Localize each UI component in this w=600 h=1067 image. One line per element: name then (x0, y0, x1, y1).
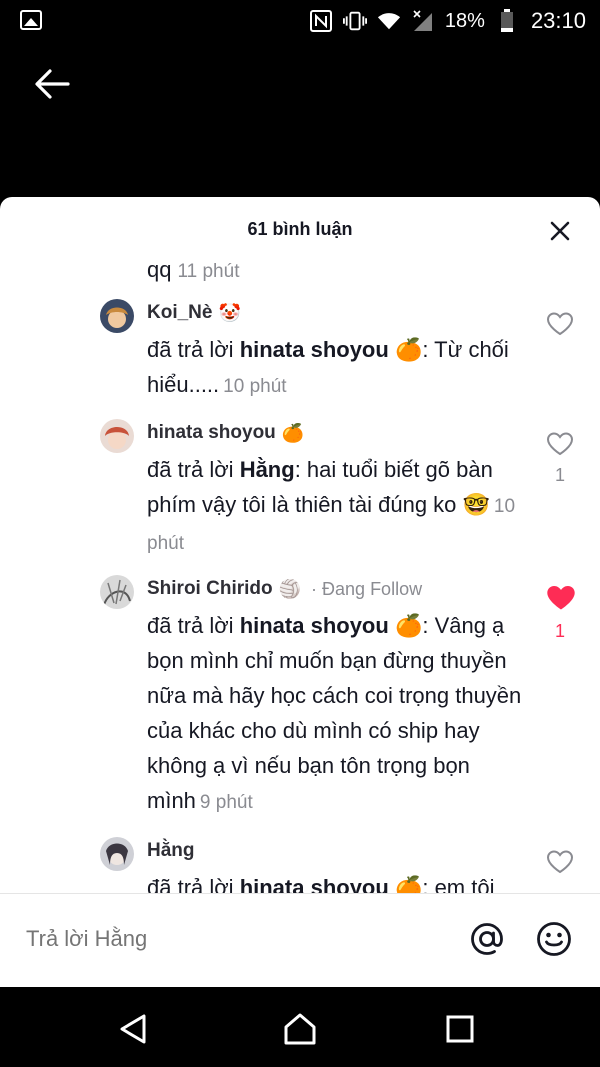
avatar[interactable] (100, 575, 134, 609)
comment-username[interactable]: Hằng (147, 837, 522, 865)
name-emoji: 🏐 (278, 578, 302, 599)
comment-username[interactable]: Shiroi Chirido 🏐 · Đang Follow (147, 575, 522, 603)
back-arrow-icon[interactable] (32, 66, 72, 102)
heart-filled-icon (547, 586, 575, 610)
follow-status[interactable]: · Đang Follow (311, 579, 422, 600)
like-count: 1 (554, 465, 565, 485)
reply-bar (0, 893, 600, 987)
wifi-icon (377, 9, 401, 33)
nav-recents-icon[interactable] (442, 1011, 478, 1047)
avatar[interactable] (100, 837, 134, 871)
name-emoji: 🍊 (281, 422, 305, 443)
comment-text: qq (147, 257, 172, 282)
comment-time: 10 phút (223, 376, 287, 397)
comment-text: đã trả lời hinata shoyou 🍊: em tôi (147, 870, 522, 893)
nav-back-icon[interactable] (116, 1011, 152, 1047)
like-button[interactable]: 1 (545, 583, 575, 642)
close-icon[interactable] (548, 219, 572, 243)
nfc-icon (309, 9, 333, 33)
comment-text: đã trả lời hinata shoyou 🍊: Từ chối hiểu… (147, 337, 509, 397)
avatar[interactable] (100, 419, 134, 453)
battery-icon (495, 9, 519, 33)
comment-count-title: 61 bình luận (247, 219, 353, 239)
reply-to-user[interactable]: hinata shoyou (240, 875, 389, 893)
reply-to-user[interactable]: Hằng (240, 457, 295, 482)
name-emoji: 🤡 (218, 302, 241, 323)
reply-to-user[interactable]: hinata shoyou (240, 613, 389, 638)
reply-to-user[interactable]: hinata shoyou (240, 337, 389, 362)
navigation-bar (0, 987, 600, 1067)
status-bar: 18% 23:10 (0, 0, 600, 42)
heart-icon (546, 850, 574, 874)
gallery-icon (20, 10, 42, 30)
like-button[interactable] (545, 849, 575, 875)
comment-time: 11 phút (177, 261, 240, 282)
comment-text: đã trả lời Hằng: hai tuổi biết gõ bàn ph… (147, 457, 516, 554)
comment-text: đã trả lời hinata shoyou 🍊: Vâng ạ bọn m… (147, 613, 522, 813)
emoji-icon[interactable] (535, 920, 573, 958)
vibrate-icon (342, 9, 367, 33)
sheet-header: 61 bình luận (0, 197, 600, 261)
comment-username[interactable]: Koi_Nè 🤡 (147, 299, 522, 327)
like-count: 1 (554, 621, 565, 641)
comment-time: 9 phút (199, 792, 253, 813)
like-button[interactable]: 1 (545, 431, 575, 486)
heart-icon (546, 432, 574, 456)
mention-icon[interactable] (468, 920, 506, 958)
avatar[interactable] (100, 299, 134, 333)
nav-home-icon[interactable] (282, 1011, 318, 1047)
like-button[interactable] (545, 311, 575, 345)
clock: 23:10 (530, 8, 586, 33)
comment-list[interactable]: qq 11 phút Koi_Nè 🤡 đã trả lời hinata shoy… (0, 253, 600, 893)
heart-icon (546, 312, 574, 336)
battery-percent: 18% (444, 9, 485, 32)
comment-username[interactable]: hinata shoyou 🍊 (147, 419, 522, 447)
comments-sheet: 61 bình luận qq 11 phút Koi_Nè 🤡 đã trả lờ… (0, 197, 600, 987)
comment-partial: qq 11 phút (147, 257, 239, 283)
signal-icon (411, 9, 435, 33)
reply-input[interactable] (26, 926, 426, 952)
